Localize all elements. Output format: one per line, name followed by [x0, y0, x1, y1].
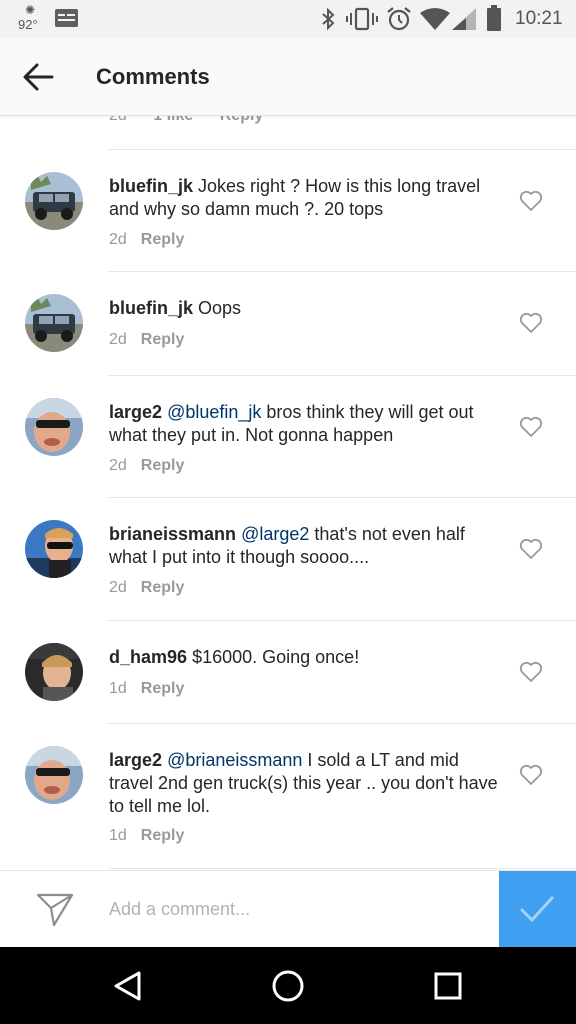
divider	[108, 868, 576, 869]
comment-time: 1d	[109, 827, 127, 844]
battery-icon	[487, 5, 501, 31]
divider	[108, 149, 576, 150]
reply-button[interactable]: Reply	[141, 680, 185, 697]
comment-username[interactable]: brianeissmann	[109, 524, 236, 544]
alarm-icon	[387, 7, 411, 31]
comment-body: bros think they will get out what they p…	[109, 402, 474, 445]
divider	[108, 620, 576, 621]
weather-indicator: ✺ 92°	[18, 4, 44, 34]
reply-button[interactable]: Reply	[141, 231, 185, 248]
card-icon	[55, 9, 78, 27]
vibrate-icon	[346, 7, 378, 31]
page-title: Comments	[96, 64, 210, 89]
comment-input-bar: Add a comment...	[0, 870, 576, 948]
partial-comment-meta: 2d 1 like Reply	[109, 116, 285, 125]
checkmark-icon	[520, 896, 554, 922]
comment-time: 2d	[109, 231, 127, 248]
heart-icon[interactable]	[519, 190, 543, 212]
avatar[interactable]	[25, 398, 83, 456]
comment-username[interactable]: d_ham96	[109, 647, 187, 667]
avatar[interactable]	[25, 520, 83, 578]
bluetooth-icon	[322, 7, 335, 31]
comment-input[interactable]: Add a comment...	[109, 898, 250, 920]
temperature: 92°	[18, 17, 38, 32]
comment-body: $16000. Going once!	[192, 647, 360, 667]
recents-square-icon[interactable]	[433, 971, 463, 1001]
comment-mention[interactable]: @bluefin_jk	[167, 402, 261, 422]
comment-meta: 2d Reply	[109, 457, 184, 475]
comment-text: large2 @brianeissmann I sold a LT and mi…	[109, 749, 504, 818]
heart-icon[interactable]	[519, 312, 543, 334]
comment-meta: 1d Reply	[109, 680, 184, 698]
comment-time: 1d	[109, 680, 127, 697]
divider	[108, 271, 576, 272]
avatar[interactable]	[25, 294, 83, 352]
comment-meta: 1d Reply	[109, 827, 184, 845]
reply-button[interactable]: Reply	[141, 827, 185, 844]
comment-username[interactable]: large2	[109, 750, 162, 770]
comment-list[interactable]: 2d 1 like Reply bluefin_jk Jokes right ?…	[0, 116, 576, 870]
comment-time: 2d	[109, 457, 127, 474]
reply-button[interactable]: Reply	[141, 457, 185, 474]
weather-sun-icon: ✺	[25, 3, 36, 17]
reply-button[interactable]: Reply	[141, 579, 185, 596]
comment-username[interactable]: bluefin_jk	[109, 298, 193, 318]
reply-button[interactable]: Reply	[141, 331, 185, 348]
paper-plane-icon[interactable]	[35, 891, 75, 929]
avatar[interactable]	[25, 172, 83, 230]
comment-username[interactable]: bluefin_jk	[109, 176, 193, 196]
status-bar: ✺ 92° 10:21	[0, 0, 576, 38]
comment-meta: 2d Reply	[109, 331, 184, 349]
heart-icon[interactable]	[519, 661, 543, 683]
like-count[interactable]: 1 like	[153, 116, 193, 124]
divider	[108, 723, 576, 724]
avatar[interactable]	[25, 643, 83, 701]
home-circle-icon[interactable]	[270, 968, 306, 1004]
comment-meta: 2d Reply	[109, 231, 184, 249]
arrow-left-icon[interactable]	[22, 62, 54, 92]
clock: 10:21	[515, 8, 563, 29]
divider	[108, 375, 576, 376]
post-button[interactable]	[499, 871, 576, 948]
comment-body: Oops	[198, 298, 242, 318]
app-header: Comments	[0, 38, 576, 116]
reply-button[interactable]: Reply	[220, 116, 264, 124]
heart-icon[interactable]	[519, 538, 543, 560]
comment-text: brianeissmann @large2 that's not even ha…	[109, 523, 504, 569]
comment-time: 2d	[109, 116, 127, 124]
wifi-icon	[420, 8, 450, 30]
comment-time: 2d	[109, 331, 127, 348]
comment-username[interactable]: large2	[109, 402, 162, 422]
avatar[interactable]	[25, 746, 83, 804]
heart-icon[interactable]	[519, 416, 543, 438]
signal-icon	[452, 8, 476, 30]
divider	[108, 497, 576, 498]
comment-mention[interactable]: @brianeissmann	[167, 750, 302, 770]
heart-icon[interactable]	[519, 764, 543, 786]
comment-text: bluefin_jk Oops	[109, 297, 504, 320]
comment-meta: 2d Reply	[109, 579, 184, 597]
comment-text: large2 @bluefin_jk bros think they will …	[109, 401, 504, 447]
comment-text: bluefin_jk Jokes right ? How is this lon…	[109, 175, 504, 221]
comment-mention[interactable]: @large2	[241, 524, 309, 544]
comment-text: d_ham96 $16000. Going once!	[109, 646, 504, 669]
comment-time: 2d	[109, 579, 127, 596]
back-triangle-icon[interactable]	[112, 969, 144, 1003]
system-nav-bar	[0, 947, 576, 1024]
